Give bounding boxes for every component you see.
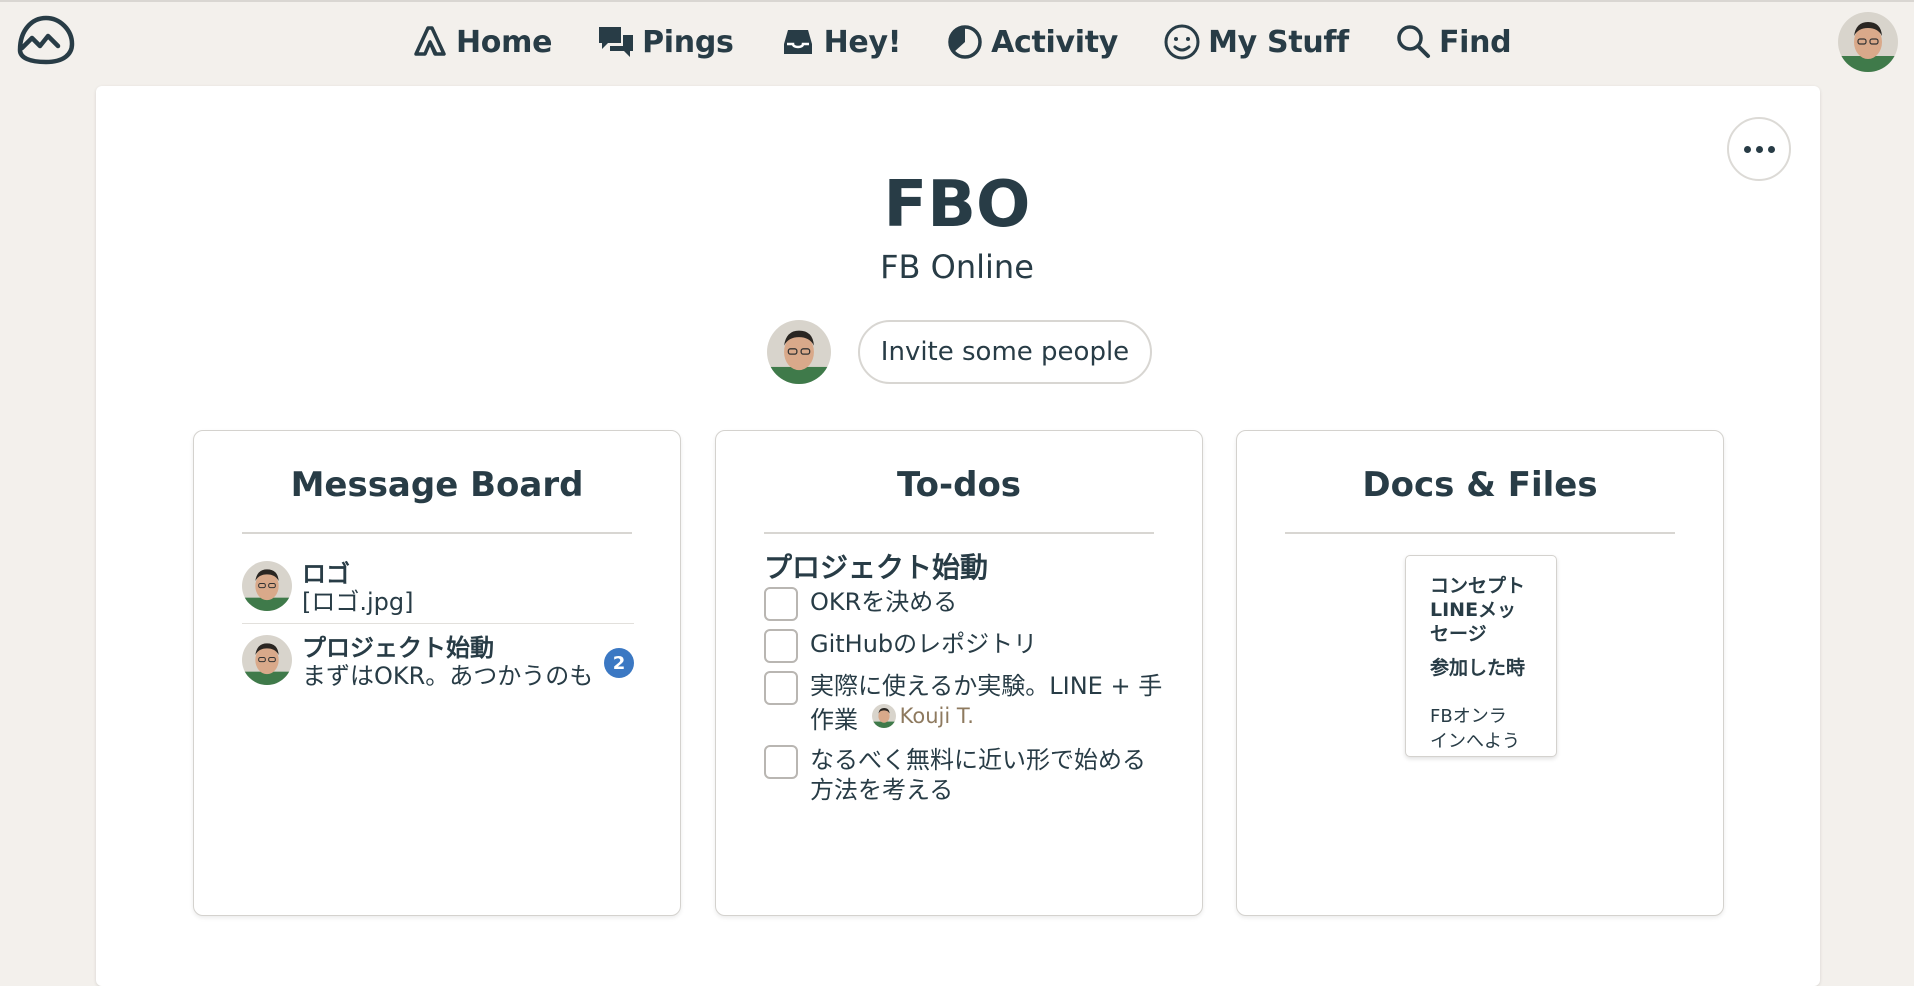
todo-text: GitHubのレポジトリ [810, 630, 1038, 658]
message-item[interactable]: プロジェクト始動 まずはOKR。あつかうのも 2 [242, 634, 634, 690]
docs-files-card[interactable]: Docs & Files コンセプト LINEメッ セージ 参加した時 FBオン… [1236, 430, 1724, 916]
nav-hey[interactable]: Hey! [778, 18, 902, 66]
todo-list-name[interactable]: プロジェクト始動 [764, 546, 988, 586]
todos-title: To-dos [896, 465, 1022, 505]
unread-count-badge: 2 [604, 648, 634, 678]
todo-item[interactable]: 実際に使えるか実験。LINE + 手 作業 Kouji T. [764, 671, 1164, 735]
nav-hey-label: Hey! [823, 24, 902, 60]
message-excerpt: [ロゴ.jpg] [302, 588, 414, 616]
doc-heading: コンセプト [1430, 575, 1526, 597]
nav-pings[interactable]: Pings [596, 18, 734, 66]
todo-checkbox[interactable] [764, 671, 798, 705]
assignee-name: Kouji T. [899, 704, 974, 728]
todo-checkbox[interactable] [764, 629, 798, 663]
nav-home[interactable]: Home [410, 18, 552, 66]
message-item[interactable]: ロゴ [ロゴ.jpg] [242, 560, 634, 616]
nav-activity-label: Activity [991, 24, 1119, 60]
dot-icon [1743, 145, 1751, 153]
top-border [0, 0, 1914, 2]
main-nav: Home Pings Hey! Activity My Stuff Find [410, 18, 1555, 66]
home-icon [410, 22, 450, 62]
todo-item[interactable]: GitHubのレポジトリ [764, 629, 1164, 663]
basecamp-logo-icon[interactable] [14, 12, 78, 68]
todo-item[interactable]: なるべく無料に近い形で始める 方法を考える [764, 745, 1164, 805]
activity-icon [945, 22, 985, 62]
message-title: ロゴ [302, 560, 350, 588]
message-board-card[interactable]: Message Board ロゴ [ロゴ.jpg] プロジェクト始動 まずはOK… [193, 430, 681, 916]
nav-activity[interactable]: Activity [945, 18, 1118, 66]
message-board-title: Message Board [290, 465, 584, 505]
author-avatar [242, 561, 292, 611]
message-divider [242, 623, 634, 624]
assignee-tag[interactable]: Kouji T. [871, 701, 974, 731]
todo-text-line: 方法を考える [810, 776, 954, 804]
project-title: FBO [883, 168, 1031, 242]
nav-find-label: Find [1438, 24, 1512, 60]
hey-inbox-icon [778, 22, 818, 62]
project-subtitle: FB Online [880, 248, 1034, 286]
todo-text-line: 実際に使えるか実験。LINE + 手 [810, 672, 1163, 700]
nav-find[interactable]: Find [1393, 18, 1512, 66]
todo-item[interactable]: OKRを決める [764, 587, 1164, 621]
invite-people-button[interactable]: Invite some people [858, 320, 1152, 384]
message-title: プロジェクト始動 [302, 634, 494, 662]
assignee-avatar [871, 704, 896, 728]
member-avatar[interactable] [767, 320, 831, 384]
pings-icon [596, 22, 636, 62]
doc-subheading: 参加した時 [1430, 657, 1526, 679]
search-icon [1393, 22, 1433, 62]
doc-heading: セージ [1430, 623, 1487, 645]
doc-body-text: インへよう [1430, 731, 1520, 752]
docs-files-title: Docs & Files [1362, 465, 1598, 505]
dot-icon [1755, 145, 1763, 153]
nav-my-stuff-label: My Stuff [1208, 24, 1349, 60]
document-preview[interactable]: コンセプト LINEメッ セージ 参加した時 FBオンラ インへよう [1405, 555, 1557, 757]
my-stuff-icon [1162, 22, 1202, 62]
author-avatar [242, 635, 292, 685]
todo-text: OKRを決める [810, 588, 958, 616]
user-avatar[interactable] [1838, 12, 1898, 72]
divider [1285, 532, 1675, 534]
doc-body-text: FBオンラ [1430, 706, 1507, 727]
todo-checkbox[interactable] [764, 587, 798, 621]
todos-card[interactable]: To-dos プロジェクト始動 OKRを決める GitHubのレポジトリ 実際に… [715, 430, 1203, 916]
todo-checkbox[interactable] [764, 745, 798, 779]
nav-home-label: Home [456, 24, 553, 60]
dot-icon [1767, 145, 1775, 153]
nav-pings-label: Pings [642, 24, 734, 60]
divider [242, 532, 632, 534]
divider [764, 532, 1154, 534]
todo-text-line: 作業 [810, 706, 858, 734]
todo-text-line: なるべく無料に近い形で始める [810, 746, 1146, 774]
doc-heading: LINEメッ [1430, 599, 1517, 621]
message-excerpt: まずはOKR。あつかうのも [302, 662, 594, 690]
nav-my-stuff[interactable]: My Stuff [1162, 18, 1349, 66]
